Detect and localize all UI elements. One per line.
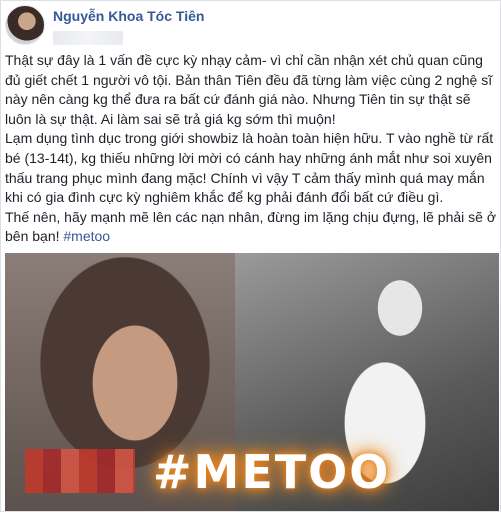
post-body: Thật sự đây là 1 vấn đề cực kỳ nhạy cảm-… <box>5 51 499 247</box>
post-paragraph-1: Thật sự đây là 1 vấn đề cực kỳ nhạy cảm-… <box>5 52 493 127</box>
post-header: Nguyễn Khoa Tóc Tiên <box>5 5 204 45</box>
blurred-timestamp <box>53 31 123 45</box>
image-overlay-text: #METOO <box>153 445 391 499</box>
post-paragraph-2: Lạm dụng tình dục trong giới showbiz là … <box>5 130 494 206</box>
post-paragraph-3: Thế nên, hãy mạnh mẽ lên các nạn nhân, đ… <box>5 208 499 247</box>
facebook-post: Nguyễn Khoa Tóc Tiên Thật sự đây là 1 vấ… <box>0 0 501 512</box>
author-name[interactable]: Nguyễn Khoa Tóc Tiên <box>53 7 204 25</box>
post-image[interactable]: #METOO <box>5 253 499 511</box>
hashtag-link[interactable]: #metoo <box>63 228 110 244</box>
censored-block <box>25 449 135 493</box>
post-meta: Nguyễn Khoa Tóc Tiên <box>53 7 204 45</box>
avatar[interactable] <box>5 5 45 45</box>
